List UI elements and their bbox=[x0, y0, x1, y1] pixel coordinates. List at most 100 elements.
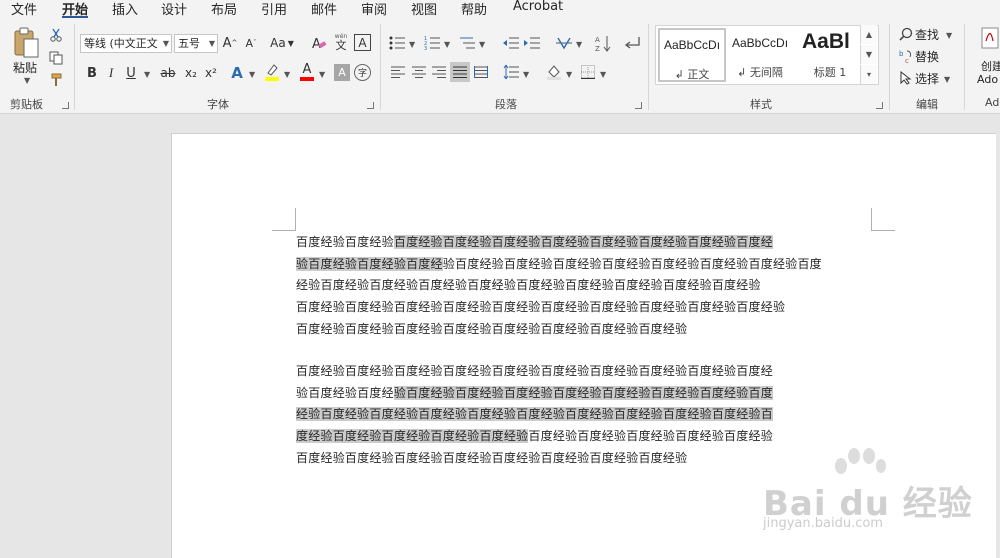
chinese-layout-icon[interactable] bbox=[553, 33, 575, 53]
tab-insert[interactable]: 插入 bbox=[112, 0, 138, 18]
paste-icon[interactable] bbox=[8, 26, 44, 60]
decrease-indent-icon[interactable] bbox=[502, 34, 520, 52]
text-run: 经验百度经验百度经验百度经验百度经验百度经验百度经验百度经验百度经验百度经验 bbox=[296, 278, 761, 293]
replace-icon[interactable]: bc bbox=[898, 48, 914, 64]
multilevel-dropdown-icon[interactable]: ▼ bbox=[479, 40, 485, 49]
numbering-dropdown-icon[interactable]: ▼ bbox=[444, 40, 450, 49]
font-color-dropdown-icon[interactable]: ▼ bbox=[319, 70, 325, 79]
change-case-button[interactable]: Aa ▼ bbox=[268, 34, 296, 52]
tab-references[interactable]: 引用 bbox=[261, 0, 287, 18]
baidu-jingyan-watermark: Bai du 经验 jingyan.baidu.com bbox=[745, 448, 972, 548]
increase-indent-icon[interactable] bbox=[523, 34, 541, 52]
numbering-icon[interactable]: 123 bbox=[423, 34, 441, 52]
align-center-icon[interactable] bbox=[411, 64, 427, 80]
group-separator bbox=[380, 24, 381, 110]
strikethrough-button[interactable]: ab bbox=[158, 64, 178, 82]
font-launcher-icon[interactable] bbox=[367, 102, 374, 109]
svg-text:c: c bbox=[905, 57, 909, 63]
chevron-down-icon: ▼ bbox=[162, 39, 169, 48]
distributed-icon[interactable] bbox=[473, 64, 489, 80]
italic-button[interactable]: I bbox=[103, 64, 119, 82]
line-spacing-icon[interactable] bbox=[502, 63, 520, 81]
find-dropdown-icon[interactable]: ▼ bbox=[946, 31, 952, 40]
style-normal[interactable]: AaBbCcDı ↲ 正文 bbox=[658, 28, 726, 82]
create-pdf-icon[interactable] bbox=[980, 26, 1000, 50]
cursor-select-icon[interactable] bbox=[898, 70, 914, 86]
tab-mailings[interactable]: 邮件 bbox=[311, 0, 337, 18]
shading-icon[interactable] bbox=[545, 63, 563, 81]
borders-dropdown-icon[interactable]: ▼ bbox=[600, 70, 606, 79]
bold-button[interactable]: B bbox=[84, 64, 100, 82]
text-effects-dropdown-icon[interactable]: ▼ bbox=[249, 70, 255, 79]
bullets-icon[interactable] bbox=[388, 34, 406, 52]
cut-icon[interactable] bbox=[48, 27, 64, 43]
style-no-spacing[interactable]: AaBbCcDı ↲ 无间隔 bbox=[728, 28, 796, 82]
crop-mark bbox=[295, 208, 296, 230]
character-border-button[interactable]: A bbox=[354, 34, 371, 51]
character-shading-button[interactable]: A bbox=[334, 64, 350, 81]
paste-label[interactable]: 粘贴 bbox=[13, 59, 37, 76]
create-pdf-label-2[interactable]: Ado bbox=[977, 73, 998, 86]
gallery-more-icon[interactable]: ▾ bbox=[860, 65, 877, 84]
search-icon[interactable] bbox=[898, 26, 914, 42]
tab-layout[interactable]: 布局 bbox=[211, 0, 237, 18]
ribbon: 粘贴 ▼ 剪贴板 等线 (中文正文 ▼ 五号 ▼ A ^ Aˇ Aa ▼ A wén… bbox=[0, 18, 1000, 114]
align-right-icon[interactable] bbox=[431, 64, 447, 80]
sort-icon[interactable]: AZ bbox=[594, 33, 612, 53]
copy-icon[interactable] bbox=[48, 50, 64, 66]
enclose-characters-button[interactable]: 字 bbox=[354, 64, 371, 81]
find-label[interactable]: 查找 bbox=[915, 26, 939, 43]
highlight-dropdown-icon[interactable]: ▼ bbox=[284, 70, 290, 79]
text-run: 百度经验百度经验百度经验百度经验百度经验百度经验百度经验百度经验百度经验百度经 bbox=[296, 364, 773, 378]
font-size-combo[interactable]: 五号 ▼ bbox=[174, 34, 218, 53]
underline-button[interactable]: U bbox=[122, 64, 140, 82]
font-color-button[interactable]: A bbox=[298, 62, 316, 82]
underline-dropdown-icon[interactable]: ▼ bbox=[144, 70, 150, 79]
format-painter-icon[interactable] bbox=[48, 72, 64, 88]
text-effects-button[interactable]: A bbox=[228, 64, 246, 82]
tab-design[interactable]: 设计 bbox=[161, 0, 187, 18]
highlight-color-icon[interactable] bbox=[263, 62, 281, 82]
ribbon-tabs: 文件 开始 插入 设计 布局 引用 邮件 审阅 视图 帮助 Acrobat bbox=[0, 0, 1000, 19]
text-run: 验百度经验百度经 bbox=[296, 385, 394, 400]
clear-formatting-icon[interactable]: A bbox=[310, 34, 328, 52]
crop-mark bbox=[272, 230, 296, 231]
multilevel-list-icon[interactable] bbox=[458, 34, 476, 52]
tab-help[interactable]: 帮助 bbox=[461, 0, 487, 18]
superscript-button[interactable]: x² bbox=[202, 64, 220, 82]
phonetic-guide-button[interactable]: wén 文 bbox=[332, 31, 350, 53]
select-dropdown-icon[interactable]: ▼ bbox=[944, 75, 950, 84]
svg-text:A: A bbox=[595, 36, 600, 44]
style-heading-1[interactable]: AaBl 标题 1 bbox=[798, 28, 866, 82]
styles-launcher-icon[interactable] bbox=[876, 102, 883, 109]
crop-mark bbox=[871, 230, 895, 231]
shrink-font-button[interactable]: Aˇ bbox=[242, 34, 260, 52]
paste-dropdown-icon[interactable]: ▼ bbox=[24, 76, 30, 85]
subscript-button[interactable]: x₂ bbox=[182, 64, 200, 82]
gallery-scroll-up-icon[interactable]: ▲ bbox=[860, 25, 877, 44]
show-paragraph-marks-icon[interactable] bbox=[622, 33, 642, 53]
selected-text: 验百度经验百度经验百度经验百度经验百度经验百度经验百度经验百度 bbox=[393, 385, 773, 400]
tab-view[interactable]: 视图 bbox=[411, 0, 437, 18]
line-spacing-dropdown-icon[interactable]: ▼ bbox=[523, 70, 529, 79]
paragraph-launcher-icon[interactable] bbox=[635, 102, 642, 109]
tab-file[interactable]: 文件 bbox=[11, 0, 37, 18]
document-line: 百度经验百度经验百度经验百度经验百度经验百度经验百度经验百度经验 bbox=[296, 450, 687, 466]
justify-icon[interactable] bbox=[450, 62, 470, 82]
align-left-icon[interactable] bbox=[390, 64, 406, 80]
borders-icon[interactable] bbox=[579, 63, 597, 81]
clipboard-launcher-icon[interactable] bbox=[62, 102, 69, 109]
gallery-scroll-down-icon[interactable]: ▼ bbox=[860, 45, 877, 64]
tab-acrobat[interactable]: Acrobat bbox=[513, 0, 563, 14]
select-label[interactable]: 选择 bbox=[915, 70, 939, 87]
tab-review[interactable]: 审阅 bbox=[361, 0, 387, 18]
bullets-dropdown-icon[interactable]: ▼ bbox=[409, 40, 415, 49]
document-line: 验百度经验百度经验百度经验百度经验百度经验百度经验百度经验百度经验百度经验百度经… bbox=[296, 256, 822, 272]
chinese-layout-dropdown-icon[interactable]: ▼ bbox=[576, 40, 582, 49]
font-name-combo[interactable]: 等线 (中文正文 ▼ bbox=[80, 34, 172, 53]
grow-font-button[interactable]: A ^ bbox=[221, 34, 239, 52]
replace-label[interactable]: 替换 bbox=[915, 48, 939, 65]
shading-dropdown-icon[interactable]: ▼ bbox=[566, 70, 572, 79]
create-pdf-label[interactable]: 创建 bbox=[981, 58, 1000, 74]
font-name-value: 等线 (中文正文 bbox=[84, 37, 158, 50]
